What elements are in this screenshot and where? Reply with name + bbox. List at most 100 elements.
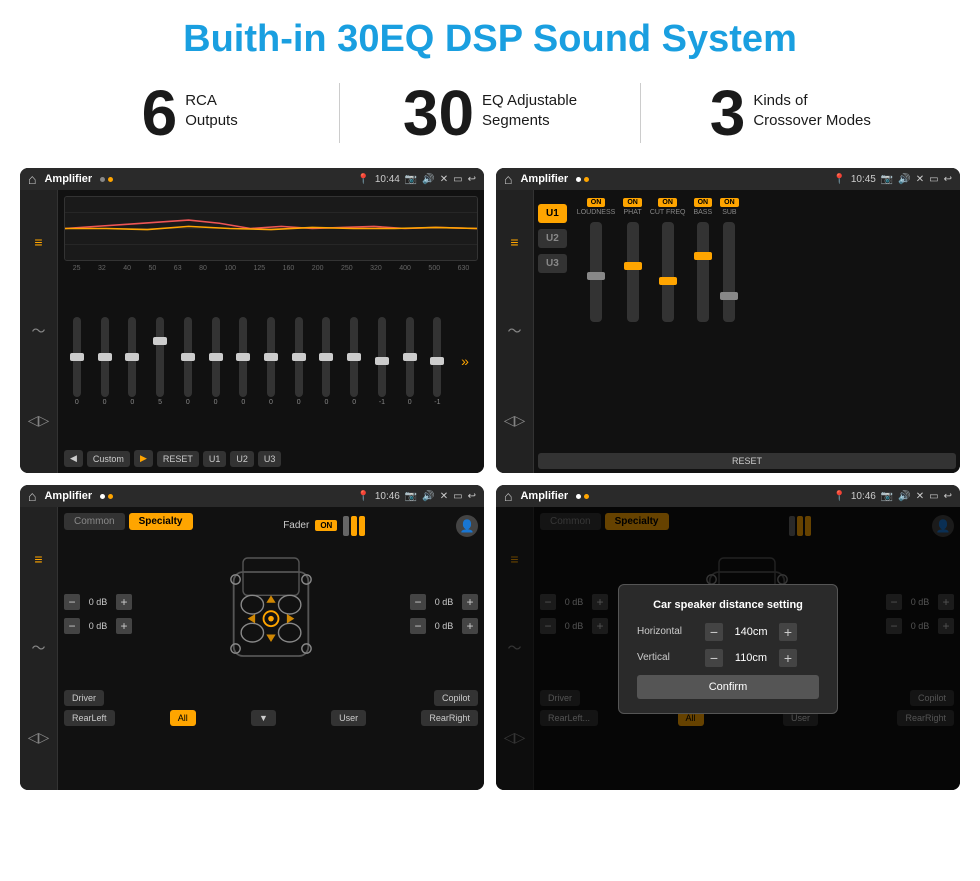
db-plus-4[interactable]: + (462, 618, 478, 634)
back-icon-3[interactable]: ↩ (468, 491, 476, 502)
eq-icon-2[interactable]: ≡ (510, 234, 518, 250)
speaker-icon-2[interactable]: ◁▷ (504, 412, 526, 429)
phat-slider[interactable] (627, 222, 639, 322)
common-tab-3[interactable]: Common (64, 513, 125, 530)
reset-amp-button[interactable]: RESET (538, 453, 956, 469)
u3-button[interactable]: U3 (258, 451, 282, 467)
u2-button[interactable]: U2 (230, 451, 254, 467)
slider-track[interactable] (128, 317, 136, 397)
slider-thumb[interactable] (292, 353, 306, 361)
rearleft-button-3[interactable]: RearLeft (64, 710, 115, 726)
speaker-icon-3[interactable]: ◁▷ (28, 729, 50, 746)
back-icon-2[interactable]: ↩ (944, 174, 952, 185)
home-icon-1[interactable]: ⌂ (28, 171, 36, 187)
horizontal-plus[interactable]: + (779, 623, 797, 641)
slider-track[interactable] (73, 317, 81, 397)
nav-down-3[interactable]: ▼ (251, 710, 276, 726)
specialty-tab-3[interactable]: Specialty (129, 513, 193, 530)
sub-group: ON SUB (720, 198, 739, 326)
phat-thumb[interactable] (624, 262, 642, 270)
expand-icon[interactable]: » (461, 353, 469, 369)
u3-amp-button[interactable]: U3 (538, 254, 567, 273)
all-button-3[interactable]: All (170, 710, 196, 726)
db-minus-2[interactable]: − (64, 618, 80, 634)
slider-thumb[interactable] (347, 353, 361, 361)
slider-track[interactable] (378, 317, 386, 397)
db-minus-1[interactable]: − (64, 594, 80, 610)
slider-thumb[interactable] (403, 353, 417, 361)
back-icon-4[interactable]: ↩ (944, 491, 952, 502)
wave-icon-3[interactable]: 〜 (32, 638, 46, 658)
slider-thumb[interactable] (181, 353, 195, 361)
minimize-icon-3[interactable]: ▭ (453, 491, 462, 502)
minimize-icon-2[interactable]: ▭ (929, 174, 938, 185)
db-plus-1[interactable]: + (116, 594, 132, 610)
close-icon-4[interactable]: ✕ (916, 491, 924, 502)
minimize-icon-4[interactable]: ▭ (929, 491, 938, 502)
home-icon-3[interactable]: ⌂ (28, 488, 36, 504)
slider-thumb[interactable] (98, 353, 112, 361)
slider-thumb[interactable] (209, 353, 223, 361)
prev-button[interactable]: ◀ (64, 450, 83, 467)
copilot-button-3[interactable]: Copilot (434, 690, 478, 706)
slider-track[interactable] (267, 317, 275, 397)
u1-button[interactable]: U1 (203, 451, 227, 467)
slider-thumb[interactable] (264, 353, 278, 361)
speaker-icon[interactable]: ◁▷ (28, 412, 50, 429)
slider-thumb[interactable] (70, 353, 84, 361)
slider-thumb[interactable] (430, 357, 444, 365)
vertical-plus[interactable]: + (779, 649, 797, 667)
horizontal-minus[interactable]: − (705, 623, 723, 641)
slider-track[interactable] (406, 317, 414, 397)
confirm-button[interactable]: Confirm (637, 675, 819, 699)
slider-track[interactable] (212, 317, 220, 397)
preset-label[interactable]: Custom (87, 451, 130, 467)
home-icon-4[interactable]: ⌂ (504, 488, 512, 504)
slider-track[interactable] (295, 317, 303, 397)
loudness-thumb[interactable] (587, 272, 605, 280)
eq-icon-3[interactable]: ≡ (34, 551, 42, 567)
close-icon-3[interactable]: ✕ (440, 491, 448, 502)
play-button[interactable]: ▶ (134, 450, 153, 467)
sub-thumb[interactable] (720, 292, 738, 300)
slider-thumb[interactable] (319, 353, 333, 361)
home-icon-2[interactable]: ⌂ (504, 171, 512, 187)
profile-icon-3[interactable]: 👤 (456, 515, 478, 537)
slider-track[interactable] (433, 317, 441, 397)
wave-icon-2[interactable]: 〜 (508, 321, 522, 341)
slider-track[interactable] (350, 317, 358, 397)
slider-track[interactable] (239, 317, 247, 397)
u2-amp-button[interactable]: U2 (538, 229, 567, 248)
back-icon-1[interactable]: ↩ (468, 174, 476, 185)
minimize-icon-1[interactable]: ▭ (453, 174, 462, 185)
db-plus-3[interactable]: + (462, 594, 478, 610)
cutfreq-thumb[interactable] (659, 277, 677, 285)
slider-track[interactable] (101, 317, 109, 397)
slider-thumb[interactable] (236, 353, 250, 361)
dot-2 (108, 177, 113, 182)
slider-track[interactable] (156, 317, 164, 397)
wave-icon[interactable]: 〜 (32, 321, 46, 341)
cutfreq-slider[interactable] (662, 222, 674, 322)
slider-thumb[interactable] (375, 357, 389, 365)
db-minus-4[interactable]: − (410, 618, 426, 634)
slider-thumb[interactable] (125, 353, 139, 361)
slider-thumb[interactable] (153, 337, 167, 345)
vertical-minus[interactable]: − (705, 649, 723, 667)
reset-button[interactable]: RESET (157, 451, 199, 467)
slider-track[interactable] (322, 317, 330, 397)
rearright-button-3[interactable]: RearRight (421, 710, 478, 726)
user-button-3[interactable]: User (331, 710, 366, 726)
close-icon-2[interactable]: ✕ (916, 174, 924, 185)
bass-slider[interactable] (697, 222, 709, 322)
loudness-slider[interactable] (590, 222, 602, 322)
db-plus-2[interactable]: + (116, 618, 132, 634)
db-minus-3[interactable]: − (410, 594, 426, 610)
slider-track[interactable] (184, 317, 192, 397)
u1-amp-button[interactable]: U1 (538, 204, 567, 223)
sub-slider[interactable] (723, 222, 735, 322)
driver-button-3[interactable]: Driver (64, 690, 104, 706)
bass-thumb[interactable] (694, 252, 712, 260)
close-icon-1[interactable]: ✕ (440, 174, 448, 185)
eq-icon[interactable]: ≡ (34, 234, 42, 250)
